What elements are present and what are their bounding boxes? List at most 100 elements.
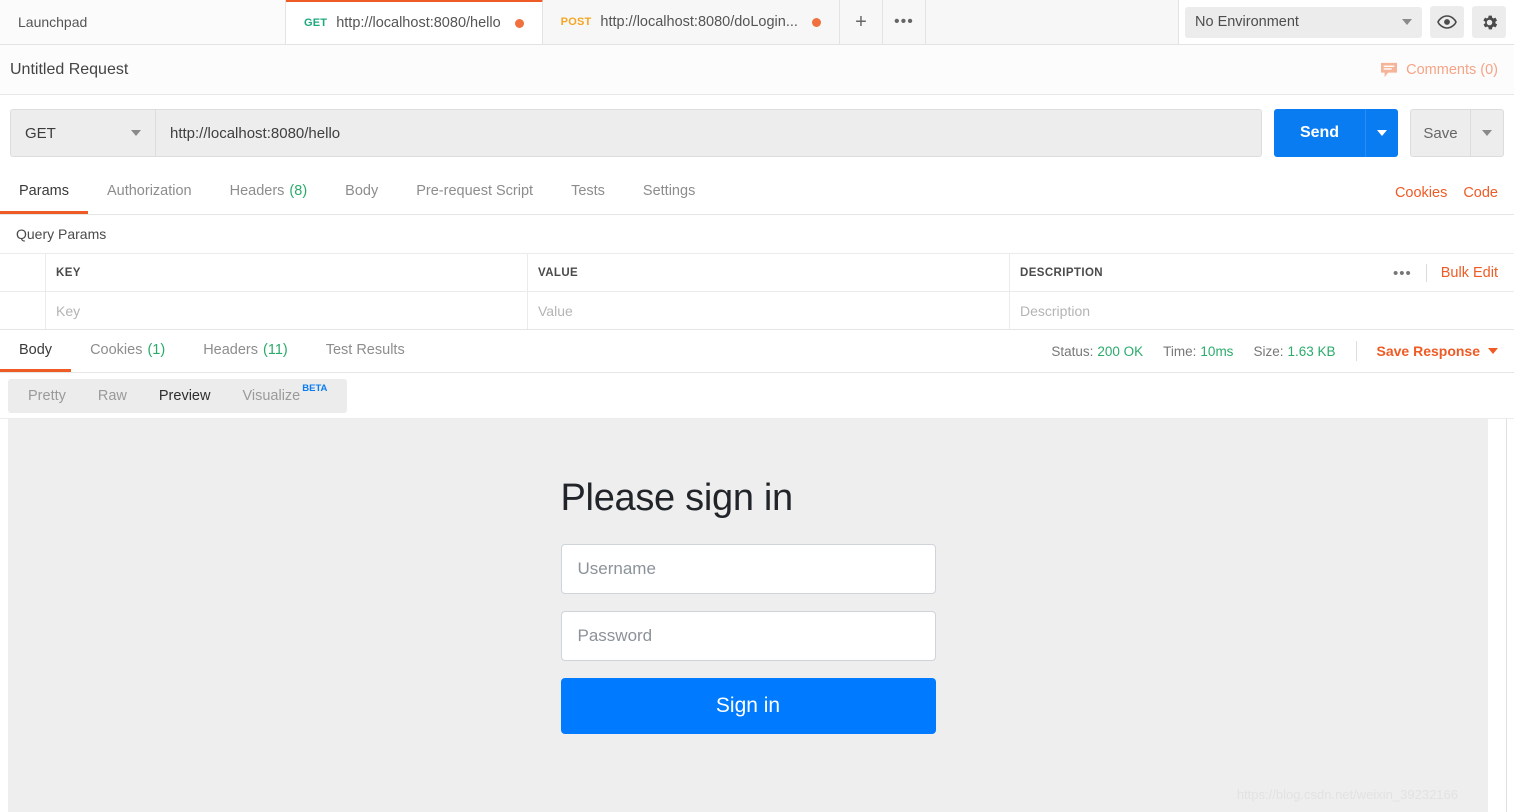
response-tab-cookies[interactable]: Cookies (1) [71, 330, 184, 372]
unsaved-changes-dot-icon [514, 18, 524, 28]
meta-divider [1355, 341, 1357, 361]
chevron-down-icon [1488, 348, 1498, 354]
query-params-more-button[interactable]: ••• [1393, 265, 1412, 282]
response-tab-cookies-label: Cookies [90, 341, 143, 358]
select-all-cell [0, 254, 46, 291]
save-response-button[interactable]: Save Response [1376, 343, 1498, 359]
save-options-button[interactable] [1470, 109, 1504, 157]
status-value: 200 OK [1097, 343, 1144, 359]
tab-pre-request-script[interactable]: Pre-request Script [397, 171, 552, 214]
view-mode-pretty[interactable]: Pretty [12, 379, 82, 413]
new-tab-button[interactable]: + [839, 0, 883, 44]
response-tab-headers[interactable]: Headers (11) [184, 330, 307, 372]
settings-button[interactable] [1472, 6, 1506, 38]
query-params-label: Query Params [0, 215, 1514, 253]
comments-button[interactable]: Comments (0) [1380, 62, 1498, 78]
param-key-placeholder: Key [56, 302, 81, 319]
tab-tests[interactable]: Tests [552, 171, 624, 214]
response-tab-test-results[interactable]: Test Results [307, 330, 424, 372]
send-button[interactable]: Send [1274, 109, 1365, 157]
tab-params[interactable]: Params [0, 171, 88, 214]
chevron-down-icon [131, 130, 141, 136]
param-description-placeholder: Description [1020, 302, 1091, 319]
signin-button[interactable]: Sign in [560, 678, 936, 734]
response-tab-headers-count: (11) [263, 341, 288, 358]
tab-body[interactable]: Body [326, 171, 397, 214]
save-button[interactable]: Save [1410, 109, 1470, 157]
unsaved-changes-dot-icon [811, 17, 821, 27]
save-button-group: Save [1410, 109, 1504, 157]
view-mode-raw[interactable]: Raw [82, 379, 143, 413]
row-checkbox-cell[interactable] [0, 292, 46, 329]
url-input[interactable]: http://localhost:8080/hello [155, 109, 1262, 157]
code-link[interactable]: Code [1463, 185, 1498, 201]
signin-heading: Please sign in [560, 477, 794, 519]
size-badge: Size: 1.63 KB [1253, 344, 1335, 359]
response-tab-headers-label: Headers [203, 341, 258, 358]
time-badge: Time: 10ms [1163, 344, 1233, 359]
response-meta: Status: 200 OK Time: 10ms Size: 1.63 KB Sav… [1051, 330, 1498, 372]
table-row: Key Value Description [0, 291, 1514, 329]
view-mode-preview[interactable]: Preview [143, 379, 227, 413]
param-value-input[interactable]: Value [528, 292, 1010, 329]
tab-bar: Launchpad GET http://localhost:8080/hell… [0, 0, 1514, 45]
tab-request-get-hello[interactable]: GET http://localhost:8080/hello [286, 0, 543, 44]
tab-headers[interactable]: Headers (8) [211, 171, 327, 214]
view-mode-visualize[interactable]: Visualize BETA [226, 379, 343, 413]
request-tabs-actions: Cookies Code [1395, 171, 1498, 214]
tab-headers-label: Headers [229, 183, 285, 199]
tab-settings[interactable]: Settings [624, 171, 714, 214]
watermark-text: https://blog.csdn.net/weixin_39232166 [1236, 787, 1458, 802]
size-value: 1.63 KB [1287, 343, 1336, 359]
environment-quick-look-button[interactable] [1430, 6, 1464, 38]
response-tab-body-label: Body [19, 341, 53, 358]
signin-form: Please sign in Username Password Sign in [560, 477, 936, 734]
environment-selected-label: No Environment [1195, 14, 1299, 30]
tab-method-label: GET [304, 17, 328, 29]
username-field[interactable]: Username [560, 544, 936, 594]
tab-tests-label: Tests [571, 183, 605, 199]
tab-launchpad[interactable]: Launchpad [0, 0, 286, 44]
param-key-input[interactable]: Key [46, 292, 528, 329]
url-input-value: http://localhost:8080/hello [170, 124, 341, 142]
chevron-down-icon [1402, 19, 1412, 25]
response-view-mode-bar: Pretty Raw Preview Visualize BETA [0, 373, 1514, 419]
param-description-input[interactable]: Description [1010, 292, 1514, 329]
response-preview-iframe: Please sign in Username Password Sign in… [8, 419, 1488, 812]
column-header-key: KEY [46, 254, 528, 291]
response-tab-body[interactable]: Body [0, 330, 72, 372]
cookies-link[interactable]: Cookies [1395, 185, 1447, 201]
view-mode-group: Pretty Raw Preview Visualize BETA [8, 378, 348, 413]
actions-divider [1425, 264, 1427, 282]
environment-zone: No Environment [1179, 0, 1514, 44]
tab-request-post-dologin[interactable]: POST http://localhost:8080/doLogin... [542, 0, 840, 44]
tab-headers-count: (8) [289, 183, 308, 199]
gear-icon [1482, 15, 1497, 29]
window-right-edge [1506, 419, 1514, 812]
response-tab-cookies-count: (1) [147, 341, 166, 358]
tab-authorization[interactable]: Authorization [88, 171, 211, 214]
postman-window: Launchpad GET http://localhost:8080/hell… [0, 0, 1514, 812]
tab-params-label: Params [19, 183, 69, 199]
preview-scrollbar[interactable] [1488, 419, 1506, 812]
tab-url-label: http://localhost:8080/doLogin... [600, 14, 798, 30]
param-value-placeholder: Value [538, 302, 573, 319]
tab-options-button[interactable]: ••• [882, 0, 926, 44]
http-method-select[interactable]: GET [10, 109, 155, 157]
bulk-edit-button[interactable]: Bulk Edit [1441, 265, 1498, 281]
response-preview-area: Please sign in Username Password Sign in… [0, 419, 1514, 812]
status-badge: Status: 200 OK [1051, 344, 1143, 359]
save-response-label: Save Response [1376, 343, 1481, 359]
environment-selector[interactable]: No Environment [1185, 6, 1422, 38]
password-field[interactable]: Password [560, 611, 936, 661]
table-header-row: KEY VALUE DESCRIPTION ••• Bulk Edit [0, 253, 1514, 291]
view-mode-visualize-label: Visualize [242, 387, 301, 404]
query-params-actions: ••• Bulk Edit [1393, 254, 1498, 292]
request-tabs: Params Authorization Headers (8) Body Pr… [0, 171, 1514, 215]
send-options-button[interactable] [1365, 109, 1398, 157]
tab-bar-filler [925, 0, 1179, 44]
comment-icon [1381, 62, 1398, 77]
chevron-down-icon [1482, 130, 1492, 136]
time-value: 10ms [1200, 343, 1234, 359]
time-label: Time: [1163, 343, 1197, 359]
